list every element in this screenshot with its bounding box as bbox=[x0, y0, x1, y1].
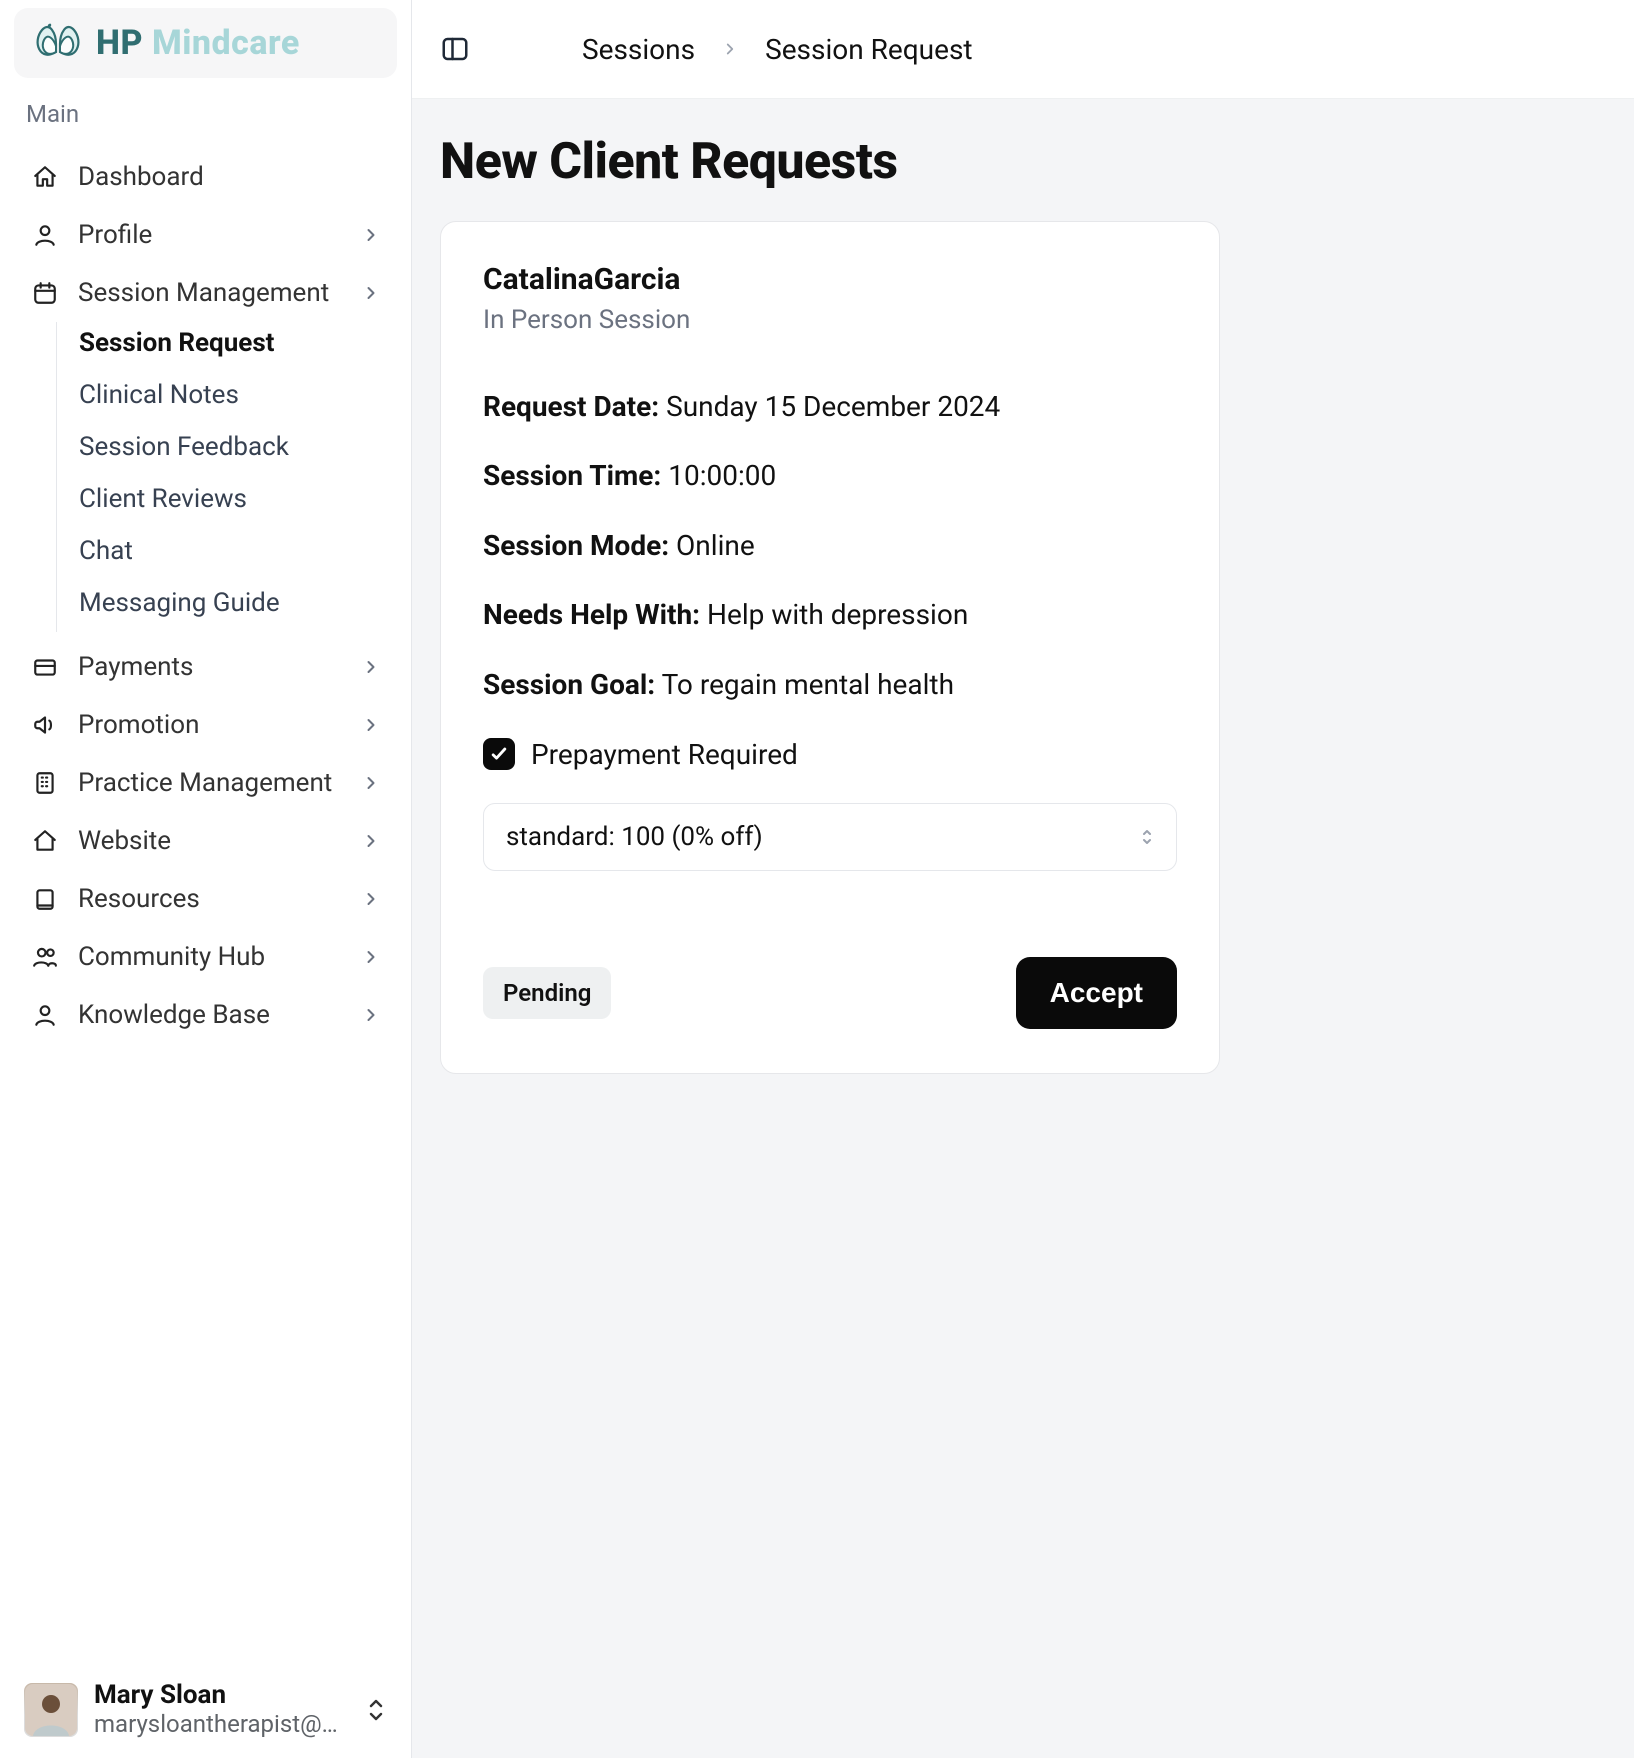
chevron-right-icon bbox=[361, 889, 381, 909]
chevron-right-icon bbox=[361, 947, 381, 967]
accept-button[interactable]: Accept bbox=[1016, 957, 1177, 1029]
session-type: In Person Session bbox=[483, 305, 1177, 335]
avatar bbox=[24, 1683, 78, 1737]
panel-toggle-icon[interactable] bbox=[440, 32, 474, 66]
pricing-select-value: standard: 100 (0% off) bbox=[506, 822, 763, 852]
chevron-right-icon bbox=[361, 283, 381, 303]
brand-text: HP Mindcare bbox=[96, 23, 300, 63]
session-management-subnav: Session Request Clinical Notes Session F… bbox=[56, 322, 395, 632]
sidebar-item-label: Resources bbox=[78, 884, 200, 914]
sidebar-item-session-management[interactable]: Session Management bbox=[16, 264, 395, 322]
kv-needs-help-with: Needs Help With: Help with depression bbox=[483, 593, 1177, 636]
sidebar-item-profile[interactable]: Profile bbox=[16, 206, 395, 264]
sidebar-item-practice-management[interactable]: Practice Management bbox=[16, 754, 395, 812]
megaphone-icon bbox=[30, 712, 60, 738]
user-email: marysloantherapist@gmai... bbox=[94, 1710, 344, 1738]
user-info: Mary Sloan marysloantherapist@gmai... bbox=[94, 1681, 344, 1738]
client-name: CatalinaGarcia bbox=[483, 262, 1177, 297]
sidebar-section-label: Main bbox=[0, 100, 411, 148]
sidebar-item-label: Dashboard bbox=[78, 162, 204, 192]
chevron-right-icon bbox=[721, 40, 739, 58]
user-icon bbox=[30, 222, 60, 248]
subnav-chat[interactable]: Chat bbox=[79, 536, 395, 566]
user-name: Mary Sloan bbox=[94, 1681, 344, 1710]
kv-request-date: Request Date: Sunday 15 December 2024 bbox=[483, 385, 1177, 428]
home-icon bbox=[30, 164, 60, 190]
breadcrumb: Sessions Session Request bbox=[582, 33, 973, 66]
subnav-session-feedback[interactable]: Session Feedback bbox=[79, 432, 395, 462]
sidebar-item-promotion[interactable]: Promotion bbox=[16, 696, 395, 754]
content: New Client Requests CatalinaGarcia In Pe… bbox=[412, 99, 1634, 1758]
pricing-select[interactable]: standard: 100 (0% off) bbox=[483, 803, 1177, 871]
request-card: CatalinaGarcia In Person Session Request… bbox=[440, 221, 1220, 1074]
breadcrumb-sessions[interactable]: Sessions bbox=[582, 33, 695, 66]
breadcrumb-session-request: Session Request bbox=[765, 33, 972, 66]
kv-session-mode: Session Mode: Online bbox=[483, 524, 1177, 567]
sidebar-item-label: Payments bbox=[78, 652, 193, 682]
user-switcher[interactable]: Mary Sloan marysloantherapist@gmai... bbox=[0, 1661, 411, 1758]
subnav-client-reviews[interactable]: Client Reviews bbox=[79, 484, 395, 514]
sidebar-item-knowledge-base[interactable]: Knowledge Base bbox=[16, 986, 395, 1044]
kv-session-time: Session Time: 10:00:00 bbox=[483, 454, 1177, 497]
sidebar-item-dashboard[interactable]: Dashboard bbox=[16, 148, 395, 206]
sidebar-item-label: Practice Management bbox=[78, 768, 332, 798]
building-icon bbox=[30, 770, 60, 796]
chevron-right-icon bbox=[361, 831, 381, 851]
user-icon bbox=[30, 1002, 60, 1028]
sidebar-item-label: Knowledge Base bbox=[78, 1000, 270, 1030]
chevron-right-icon bbox=[361, 657, 381, 677]
checkbox-checked-icon[interactable] bbox=[483, 738, 515, 770]
subnav-session-request[interactable]: Session Request bbox=[79, 328, 395, 358]
sidebar-item-label: Website bbox=[78, 826, 171, 856]
sidebar-item-payments[interactable]: Payments bbox=[16, 638, 395, 696]
home-icon bbox=[30, 828, 60, 854]
sidebar-item-community-hub[interactable]: Community Hub bbox=[16, 928, 395, 986]
subnav-clinical-notes[interactable]: Clinical Notes bbox=[79, 380, 395, 410]
chevron-right-icon bbox=[361, 715, 381, 735]
sort-icon bbox=[365, 1696, 387, 1724]
book-icon bbox=[30, 886, 60, 912]
select-caret-icon bbox=[1140, 827, 1154, 847]
topbar: Sessions Session Request bbox=[412, 0, 1634, 99]
chevron-right-icon bbox=[361, 773, 381, 793]
chevron-right-icon bbox=[361, 225, 381, 245]
sidebar-item-label: Promotion bbox=[78, 710, 199, 740]
sidebar-item-website[interactable]: Website bbox=[16, 812, 395, 870]
users-icon bbox=[30, 944, 60, 970]
status-badge: Pending bbox=[483, 967, 611, 1019]
butterfly-icon bbox=[34, 22, 82, 64]
prepayment-label: Prepayment Required bbox=[531, 738, 798, 771]
sidebar-item-resources[interactable]: Resources bbox=[16, 870, 395, 928]
sidebar-nav: Dashboard Profile Session Management Ses… bbox=[0, 148, 411, 1044]
card-icon bbox=[30, 654, 60, 680]
sidebar: HP Mindcare Main Dashboard Profile Sessi… bbox=[0, 0, 412, 1758]
sidebar-item-label: Profile bbox=[78, 220, 152, 250]
calendar-icon bbox=[30, 280, 60, 306]
kv-session-goal: Session Goal: To regain mental health bbox=[483, 663, 1177, 706]
subnav-messaging-guide[interactable]: Messaging Guide bbox=[79, 588, 395, 618]
prepayment-row[interactable]: Prepayment Required bbox=[483, 738, 1177, 771]
brand-logo[interactable]: HP Mindcare bbox=[14, 8, 397, 78]
main-area: Sessions Session Request New Client Requ… bbox=[412, 0, 1634, 1758]
sidebar-item-label: Session Management bbox=[78, 278, 329, 308]
chevron-right-icon bbox=[361, 1005, 381, 1025]
page-title: New Client Requests bbox=[440, 133, 1606, 191]
sidebar-item-label: Community Hub bbox=[78, 942, 265, 972]
